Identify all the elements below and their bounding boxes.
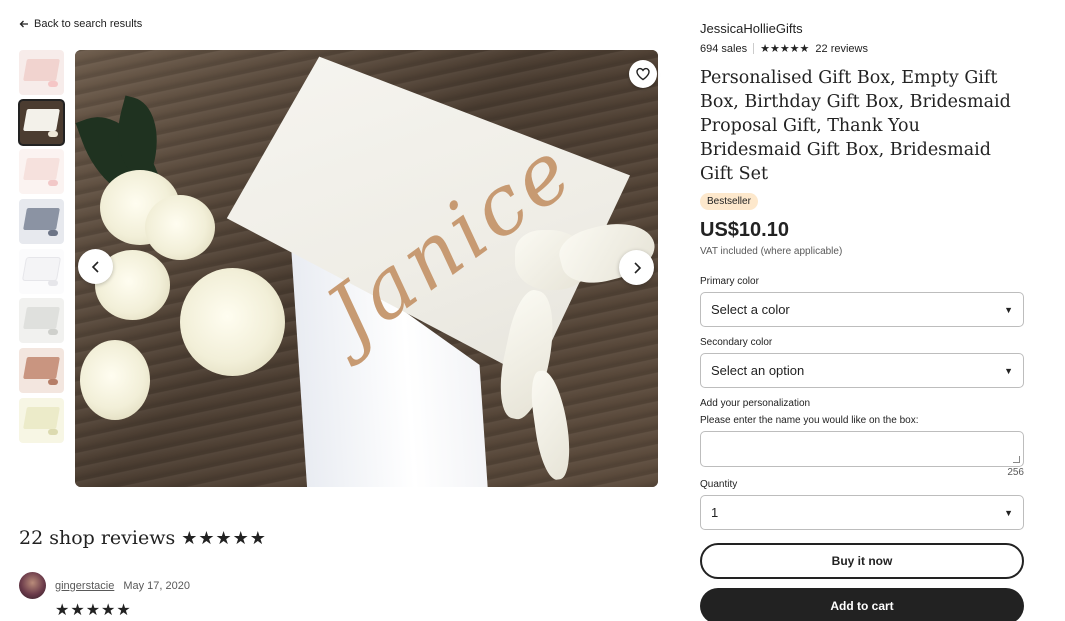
divider [753, 43, 755, 54]
buy-it-now-button[interactable]: Buy it now [700, 543, 1024, 579]
arrow-left-icon [19, 20, 28, 28]
caret-down-icon: ▼ [1004, 304, 1013, 315]
rose-flower [180, 268, 285, 376]
reviews-count-link[interactable]: 22 reviews [815, 43, 868, 55]
thumbnail-4[interactable] [19, 199, 64, 245]
back-link-label: Back to search results [34, 18, 143, 30]
quantity-value: 1 [711, 505, 719, 520]
flower [145, 195, 215, 260]
chevron-right-icon [633, 261, 641, 274]
caret-down-icon: ▼ [1004, 365, 1013, 376]
main-product-image: Janice [75, 50, 658, 487]
next-image-button[interactable] [619, 250, 654, 285]
review-date: May 17, 2020 [123, 579, 190, 592]
shop-stats: 694 sales ★★★★★ 22 reviews [700, 42, 1024, 56]
back-to-search-link[interactable]: Back to search results [19, 18, 142, 30]
thumbnail-8[interactable] [19, 397, 64, 443]
personalization-label: Add your personalization [700, 398, 811, 409]
primary-color-label: Primary color [700, 276, 759, 287]
price: US$10.10 [700, 219, 789, 241]
review-stars: ★★★★★ [55, 602, 132, 619]
heart-icon [636, 67, 650, 81]
secondary-color-select[interactable]: Select an option ▼ [700, 353, 1024, 388]
add-to-cart-button[interactable]: Add to cart [700, 588, 1024, 621]
thumbnail-6[interactable] [19, 298, 64, 344]
flower [80, 340, 150, 420]
thumbnail-3[interactable] [19, 149, 64, 195]
reviewer-name-link[interactable]: gingerstacie [55, 580, 114, 592]
personalization-textarea[interactable] [700, 431, 1024, 467]
bestseller-badge: Bestseller [700, 193, 758, 210]
caret-down-icon: ▼ [1004, 507, 1013, 518]
thumbnail-strip [18, 50, 65, 448]
previous-image-button[interactable] [78, 249, 113, 284]
reviewer-avatar [19, 572, 46, 599]
quantity-select[interactable]: 1 ▼ [700, 495, 1024, 530]
shop-reviews-title: 22 shop reviews [19, 527, 176, 549]
favorite-button[interactable] [629, 60, 657, 88]
sales-count: 694 sales [700, 42, 748, 55]
character-count: 256 [1007, 467, 1024, 478]
thumbnail-1[interactable] [19, 50, 64, 95]
vat-note: VAT included (where applicable) [700, 246, 843, 257]
primary-color-select[interactable]: Select a color ▼ [700, 292, 1024, 327]
thumbnail-5[interactable] [19, 248, 64, 294]
secondary-color-value: Select an option [711, 363, 805, 378]
product-title: Personalised Gift Box, Empty Gift Box, B… [700, 68, 1011, 184]
review-header: gingerstacie May 17, 2020 [19, 572, 190, 599]
chevron-left-icon [91, 260, 99, 273]
listing-panel: JessicaHollieGifts 694 sales ★★★★★ 22 re… [700, 20, 1024, 621]
primary-color-value: Select a color [711, 302, 790, 317]
quantity-label: Quantity [700, 479, 738, 490]
shop-rating-stars: ★★★★★ [181, 527, 267, 548]
secondary-color-label: Secondary color [700, 337, 773, 348]
shop-name-link[interactable]: JessicaHollieGifts [700, 21, 803, 36]
rating-stars: ★★★★★ [760, 43, 810, 55]
personalization-instructions: Please enter the name you would like on … [700, 415, 919, 426]
thumbnail-7[interactable] [19, 348, 64, 394]
shop-reviews-heading: 22 shop reviews ★★★★★ [19, 527, 267, 549]
thumbnail-2[interactable] [18, 98, 65, 146]
